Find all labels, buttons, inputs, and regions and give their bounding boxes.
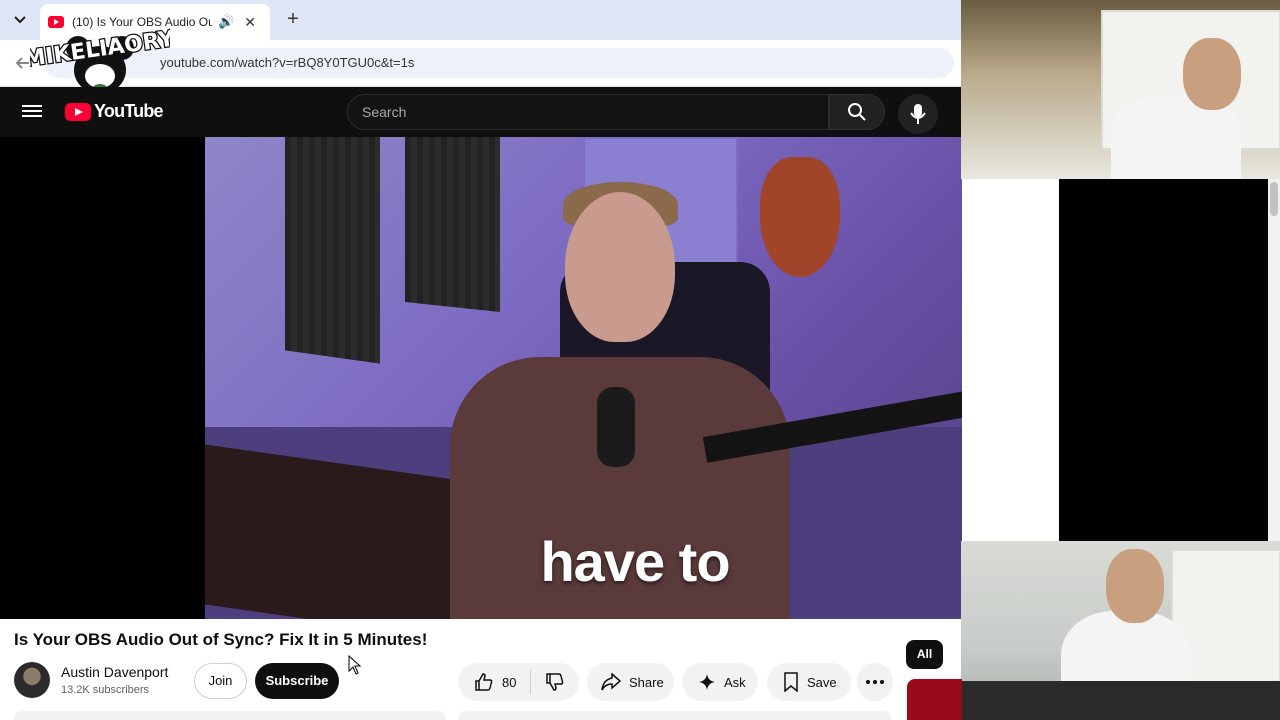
search-input[interactable]: Search bbox=[347, 94, 829, 130]
acoustic-panel bbox=[405, 137, 500, 312]
comments-preview-box[interactable] bbox=[458, 711, 892, 720]
like-button[interactable]: 80 bbox=[458, 663, 530, 701]
chip-all[interactable]: All bbox=[906, 640, 943, 669]
screen: (10) Is Your OBS Audio Out of Sync? Fix … bbox=[0, 0, 1280, 720]
ask-label: Ask bbox=[724, 674, 746, 690]
description-box[interactable] bbox=[14, 711, 446, 720]
youtube-play-logo-icon bbox=[65, 102, 91, 121]
address-bar[interactable]: youtube.com/watch?v=rBQ8Y0TGU0c&t=1s bbox=[44, 48, 954, 78]
webcam-overlay-top bbox=[961, 0, 1280, 179]
like-dislike-group: 80 bbox=[458, 663, 579, 701]
sparkle-icon bbox=[699, 674, 715, 690]
streamer-face bbox=[1183, 38, 1241, 110]
guitar bbox=[760, 157, 840, 277]
video-player[interactable]: have to bbox=[0, 137, 962, 619]
streamer-face bbox=[1106, 549, 1164, 623]
keyboard bbox=[961, 681, 1280, 720]
bookmark-icon bbox=[784, 672, 798, 692]
video-caption: have to bbox=[540, 530, 730, 593]
search-icon bbox=[848, 103, 866, 121]
tab-search-chevron-icon[interactable] bbox=[8, 8, 32, 32]
recommended-video-thumbnail[interactable] bbox=[907, 679, 962, 720]
dislike-button[interactable] bbox=[531, 663, 579, 701]
youtube-logo[interactable]: YouTube bbox=[65, 101, 164, 122]
mouse-cursor-icon bbox=[348, 655, 362, 675]
save-label: Save bbox=[807, 674, 837, 690]
join-button[interactable]: Join bbox=[194, 663, 247, 699]
studio-microphone bbox=[597, 387, 635, 467]
webcam-overlay-bottom bbox=[961, 541, 1280, 720]
thumbs-down-icon bbox=[546, 673, 564, 691]
subscriber-count: 13.2K subscribers bbox=[61, 684, 150, 696]
search-button[interactable] bbox=[829, 94, 885, 130]
voice-search-button[interactable] bbox=[898, 94, 938, 134]
ask-button[interactable]: Ask bbox=[682, 663, 758, 701]
share-label: Share bbox=[629, 674, 664, 690]
microphone-icon bbox=[910, 104, 926, 124]
hamburger-menu-icon[interactable] bbox=[22, 102, 42, 122]
speaker-icon[interactable]: 🔊 bbox=[218, 14, 234, 30]
more-actions-button[interactable] bbox=[857, 663, 893, 701]
scrollbar-track[interactable] bbox=[1268, 179, 1280, 541]
acoustic-panel bbox=[285, 137, 380, 364]
subscribe-button[interactable]: Subscribe bbox=[255, 663, 339, 699]
video-title: Is Your OBS Audio Out of Sync? Fix It in… bbox=[14, 630, 428, 649]
new-tab-button[interactable]: + bbox=[282, 8, 304, 30]
presenter-head bbox=[565, 192, 675, 342]
youtube-logo-text: YouTube bbox=[94, 101, 164, 121]
save-button[interactable]: Save bbox=[767, 663, 851, 701]
thumbs-up-icon bbox=[475, 673, 493, 691]
share-button[interactable]: Share bbox=[587, 663, 674, 701]
channel-name[interactable]: Austin Davenport bbox=[61, 664, 168, 680]
like-count: 80 bbox=[502, 674, 517, 690]
sidebar-panel bbox=[1059, 179, 1269, 541]
scrollbar-thumb[interactable] bbox=[1270, 182, 1278, 216]
channel-avatar[interactable] bbox=[14, 662, 50, 698]
youtube-masthead: YouTube Search bbox=[0, 87, 962, 137]
more-horizontal-icon bbox=[866, 680, 884, 684]
close-tab-icon[interactable]: ✕ bbox=[244, 14, 256, 31]
share-arrow-icon bbox=[601, 673, 621, 691]
